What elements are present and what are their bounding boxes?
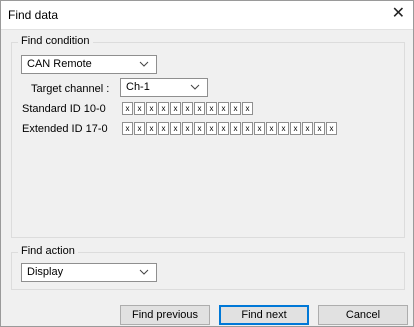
- target-channel-dropdown[interactable]: Ch-1: [120, 78, 208, 97]
- bit-cell[interactable]: x: [122, 122, 133, 135]
- bit-cell[interactable]: x: [122, 102, 133, 115]
- bit-cell[interactable]: x: [206, 122, 217, 135]
- bit-cell[interactable]: x: [230, 122, 241, 135]
- chevron-down-icon: [139, 269, 149, 275]
- chevron-down-icon: [190, 84, 200, 90]
- find-next-button[interactable]: Find next: [219, 305, 309, 325]
- bit-cell[interactable]: x: [158, 122, 169, 135]
- bit-cell[interactable]: x: [182, 122, 193, 135]
- find-action-label: Find action: [18, 245, 78, 257]
- target-channel-value: Ch-1: [126, 81, 150, 93]
- bit-cell[interactable]: x: [146, 102, 157, 115]
- bit-cell[interactable]: x: [230, 102, 241, 115]
- find-data-dialog: Find data ✕ Find condition CAN Remote Ta…: [0, 0, 414, 327]
- bit-cell[interactable]: x: [194, 122, 205, 135]
- cancel-button[interactable]: Cancel: [318, 305, 408, 325]
- bit-cell[interactable]: x: [326, 122, 337, 135]
- find-condition-group: Find condition CAN Remote Target channel…: [11, 35, 405, 238]
- find-previous-button[interactable]: Find previous: [120, 305, 210, 325]
- bit-cell[interactable]: x: [218, 122, 229, 135]
- bit-cell[interactable]: x: [134, 122, 145, 135]
- bit-cell[interactable]: x: [158, 102, 169, 115]
- chevron-down-icon: [139, 61, 149, 67]
- bit-cell[interactable]: x: [194, 102, 205, 115]
- bit-cell[interactable]: x: [182, 102, 193, 115]
- bit-cell[interactable]: x: [266, 122, 277, 135]
- bit-cell[interactable]: x: [134, 102, 145, 115]
- extended-id-label: Extended ID 17-0: [22, 123, 108, 135]
- bit-cell[interactable]: x: [218, 102, 229, 115]
- bit-cell[interactable]: x: [254, 122, 265, 135]
- condition-type-dropdown[interactable]: CAN Remote: [21, 55, 157, 74]
- standard-id-label: Standard ID 10-0: [22, 103, 106, 115]
- find-action-value: Display: [27, 266, 64, 278]
- find-action-group: Find action Display: [11, 245, 405, 290]
- find-condition-label: Find condition: [18, 35, 93, 47]
- bit-cell[interactable]: x: [170, 102, 181, 115]
- extended-id-bits: x x x x x x x x x x x x x x x x x x: [122, 122, 338, 135]
- title-bar: Find data ✕: [1, 1, 413, 30]
- bit-cell[interactable]: x: [290, 122, 301, 135]
- standard-id-bits: x x x x x x x x x x x: [122, 102, 254, 115]
- find-action-dropdown[interactable]: Display: [21, 263, 157, 282]
- target-channel-label: Target channel :: [31, 83, 110, 95]
- bit-cell[interactable]: x: [278, 122, 289, 135]
- bit-cell[interactable]: x: [206, 102, 217, 115]
- dialog-title: Find data: [8, 8, 59, 22]
- bit-cell[interactable]: x: [302, 122, 313, 135]
- bit-cell[interactable]: x: [170, 122, 181, 135]
- bit-cell[interactable]: x: [242, 122, 253, 135]
- close-icon[interactable]: ✕: [392, 5, 405, 23]
- condition-type-value: CAN Remote: [27, 58, 92, 70]
- bit-cell[interactable]: x: [314, 122, 325, 135]
- bit-cell[interactable]: x: [242, 102, 253, 115]
- bit-cell[interactable]: x: [146, 122, 157, 135]
